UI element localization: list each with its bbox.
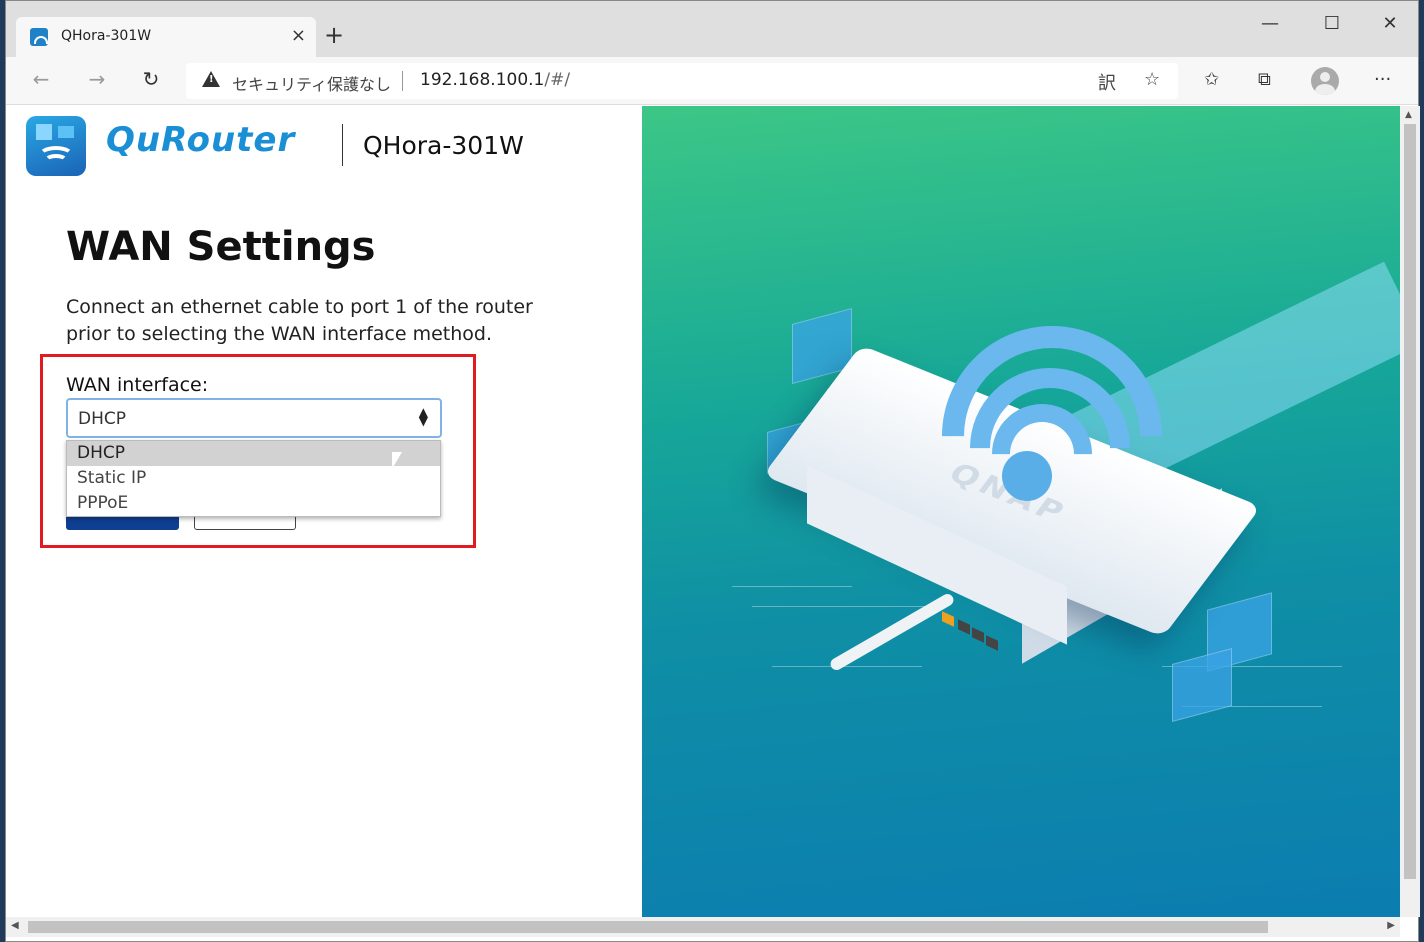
- option-pppoe[interactable]: PPPoE: [67, 491, 440, 516]
- page-title: WAN Settings: [66, 224, 376, 270]
- wan-interface-dropdown[interactable]: DHCP Static IP PPPoE: [66, 440, 441, 517]
- title-bar: QHora-301W × + — ☐ ✕: [6, 1, 1418, 57]
- address-bar[interactable]: セキュリティ保護なし 192.168.100.1/#/ 訳 ☆: [186, 63, 1178, 99]
- qurouter-app-icon: [26, 116, 86, 176]
- ethernet-cable: [828, 591, 956, 673]
- favorites-list-icon[interactable]: ✩: [1204, 69, 1219, 90]
- more-icon[interactable]: ···: [1374, 69, 1391, 90]
- wan-interface-label: WAN interface:: [66, 374, 209, 396]
- page-viewport: QuRouter QHora-301W WAN Settings Connect…: [6, 106, 1400, 917]
- back-icon[interactable]: ←: [26, 67, 56, 95]
- device-model: QHora-301W: [363, 131, 524, 160]
- horizontal-scroll-thumb[interactable]: [28, 921, 1268, 933]
- select-arrows-icon: ▲ ▼: [418, 405, 428, 428]
- not-secure-icon: [202, 71, 220, 87]
- header-divider: [342, 124, 343, 166]
- cube-decoration: [1172, 647, 1232, 723]
- translate-icon[interactable]: 訳: [1098, 69, 1116, 95]
- horizontal-scrollbar[interactable]: ◀ ▶: [6, 917, 1400, 937]
- wan-port-icon: [942, 611, 954, 627]
- tab-title: QHora-301W: [61, 28, 152, 44]
- option-static-ip[interactable]: Static IP: [67, 466, 440, 491]
- url-text[interactable]: 192.168.100.1/#/: [420, 70, 570, 90]
- browser-tab[interactable]: QHora-301W ×: [16, 17, 316, 57]
- address-separator: [402, 71, 403, 91]
- lan-port-icon: [972, 627, 984, 643]
- vertical-scrollbar[interactable]: ▲: [1400, 106, 1420, 917]
- maximize-button[interactable]: ☐: [1304, 13, 1360, 41]
- wan-interface-value: DHCP: [78, 409, 126, 429]
- new-tab-button[interactable]: +: [324, 23, 344, 47]
- minimize-button[interactable]: —: [1242, 13, 1298, 41]
- window-close-button[interactable]: ✕: [1362, 13, 1418, 41]
- router-illustration: QNAP: [642, 106, 1400, 917]
- settings-panel: QuRouter QHora-301W WAN Settings Connect…: [6, 106, 642, 917]
- favorite-star-icon[interactable]: ☆: [1144, 69, 1160, 90]
- security-label[interactable]: セキュリティ保護なし: [232, 71, 391, 95]
- wan-interface-select[interactable]: DHCP ▲ ▼: [66, 398, 442, 438]
- router-favicon-icon: [30, 28, 48, 46]
- brand-logo: QuRouter: [106, 120, 296, 160]
- browser-toolbar: ← → ↻ セキュリティ保護なし 192.168.100.1/#/ 訳 ☆ ✩ …: [6, 57, 1418, 105]
- profile-icon[interactable]: [1311, 67, 1339, 95]
- lan-port-icon: [986, 635, 998, 651]
- scroll-left-icon[interactable]: ◀: [11, 920, 19, 931]
- wan-description: Connect an ethernet cable to port 1 of t…: [66, 296, 533, 345]
- collections-icon[interactable]: ⧉: [1258, 69, 1271, 90]
- option-dhcp[interactable]: DHCP: [67, 441, 440, 466]
- browser-window: QHora-301W × + — ☐ ✕ ← → ↻ セキュリティ保護なし 19…: [5, 0, 1420, 942]
- scroll-up-icon[interactable]: ▲: [1405, 110, 1412, 120]
- vertical-scroll-thumb[interactable]: [1404, 124, 1416, 879]
- forward-icon[interactable]: →: [82, 67, 112, 95]
- tab-close-icon[interactable]: ×: [291, 25, 306, 46]
- wifi-icon: [1002, 451, 1052, 501]
- mouse-cursor-icon: [391, 450, 403, 470]
- reload-icon[interactable]: ↻: [136, 67, 166, 95]
- scroll-right-icon[interactable]: ▶: [1387, 920, 1395, 931]
- lan-port-icon: [958, 619, 970, 635]
